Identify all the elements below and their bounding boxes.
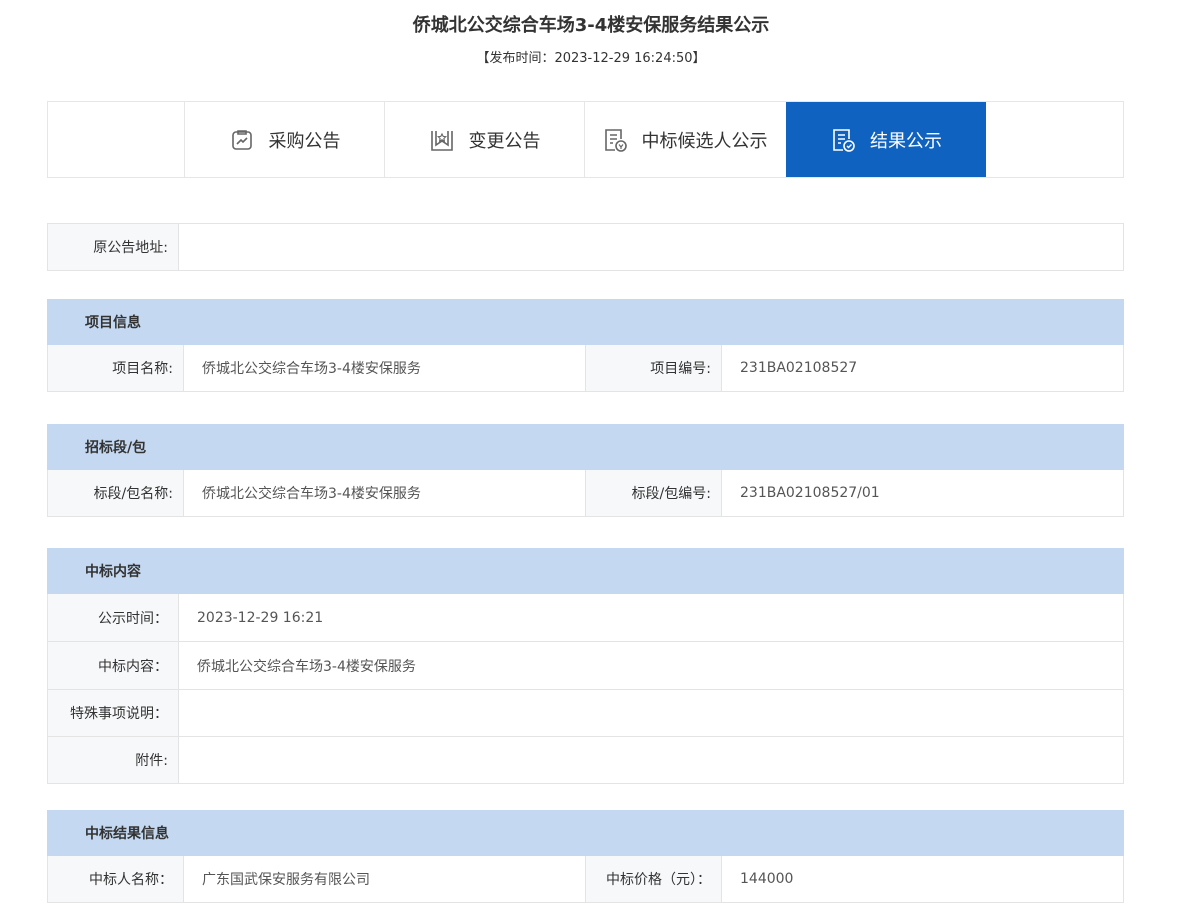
award-price-label: 中标价格（元）： bbox=[585, 855, 722, 903]
attachment-value[interactable] bbox=[178, 736, 1124, 784]
original-address-label: 原公告地址: bbox=[47, 223, 179, 271]
original-address-value[interactable] bbox=[178, 223, 1124, 271]
award-result-header: 中标结果信息 bbox=[47, 810, 1124, 856]
award-content-table: 中标内容 公示时间： 2023-12-29 16:21 中标内容： 侨城北公交综… bbox=[47, 548, 1124, 784]
document-check-icon bbox=[830, 127, 856, 153]
award-content-header: 中标内容 bbox=[47, 548, 1124, 594]
award-result-table: 中标结果信息 中标人名称： 广东国武保安服务有限公司 中标价格（元）： 1440… bbox=[47, 810, 1124, 903]
project-info-table: 项目信息 项目名称: 侨城北公交综合车场3-4楼安保服务 项目编号: 231BA… bbox=[47, 299, 1124, 392]
bid-section-table: 招标段/包 标段/包名称: 侨城北公交综合车场3-4楼安保服务 标段/包编号: … bbox=[47, 424, 1124, 517]
clipboard-icon bbox=[229, 127, 255, 153]
award-content-label: 中标内容： bbox=[47, 641, 179, 690]
award-price-value: 144000 bbox=[721, 855, 1124, 903]
star-bookmark-icon bbox=[429, 127, 455, 153]
section-code-label: 标段/包编号: bbox=[585, 469, 722, 517]
project-info-header: 项目信息 bbox=[47, 299, 1124, 345]
tab-candidate-notice[interactable]: 中标候选人公示 bbox=[584, 102, 784, 177]
tab-result-notice[interactable]: 结果公示 bbox=[786, 102, 986, 177]
page-title: 侨城北公交综合车场3-4楼安保服务结果公示 bbox=[412, 15, 770, 36]
project-code-value: 231BA02108527 bbox=[721, 344, 1124, 392]
attachment-label: 附件: bbox=[47, 736, 179, 784]
notice-time-value: 2023-12-29 16:21 bbox=[178, 593, 1124, 642]
tab-label: 结果公示 bbox=[870, 130, 942, 152]
tab-procurement-notice[interactable]: 采购公告 bbox=[184, 102, 384, 177]
original-address-table: 原公告地址: bbox=[47, 223, 1124, 271]
tab-label: 变更公告 bbox=[468, 130, 541, 152]
tab-label: 中标候选人公示 bbox=[641, 130, 768, 152]
bid-section-header: 招标段/包 bbox=[47, 424, 1124, 470]
winner-name-label: 中标人名称： bbox=[47, 855, 184, 903]
tab-bar: 采购公告 变更公告 中标候选人公示 结果公示 bbox=[47, 101, 1124, 178]
section-code-value: 231BA02108527/01 bbox=[721, 469, 1124, 517]
project-name-label: 项目名称: bbox=[47, 344, 184, 392]
special-notes-label: 特殊事项说明： bbox=[47, 689, 179, 737]
project-name-value: 侨城北公交综合车场3-4楼安保服务 bbox=[183, 344, 586, 392]
special-notes-value bbox=[178, 689, 1124, 737]
project-code-label: 项目编号: bbox=[585, 344, 722, 392]
award-content-value: 侨城北公交综合车场3-4楼安保服务 bbox=[178, 641, 1124, 690]
tab-change-notice[interactable]: 变更公告 bbox=[384, 102, 584, 177]
notice-time-label: 公示时间： bbox=[47, 593, 179, 642]
tab-label: 采购公告 bbox=[268, 130, 341, 152]
section-name-label: 标段/包名称: bbox=[47, 469, 184, 517]
winner-name-value: 广东国武保安服务有限公司 bbox=[183, 855, 586, 903]
document-badge-icon bbox=[602, 127, 628, 153]
section-name-value: 侨城北公交综合车场3-4楼安保服务 bbox=[183, 469, 586, 517]
publish-time: 【发布时间：2023-12-29 16:24:50】 bbox=[476, 51, 706, 66]
